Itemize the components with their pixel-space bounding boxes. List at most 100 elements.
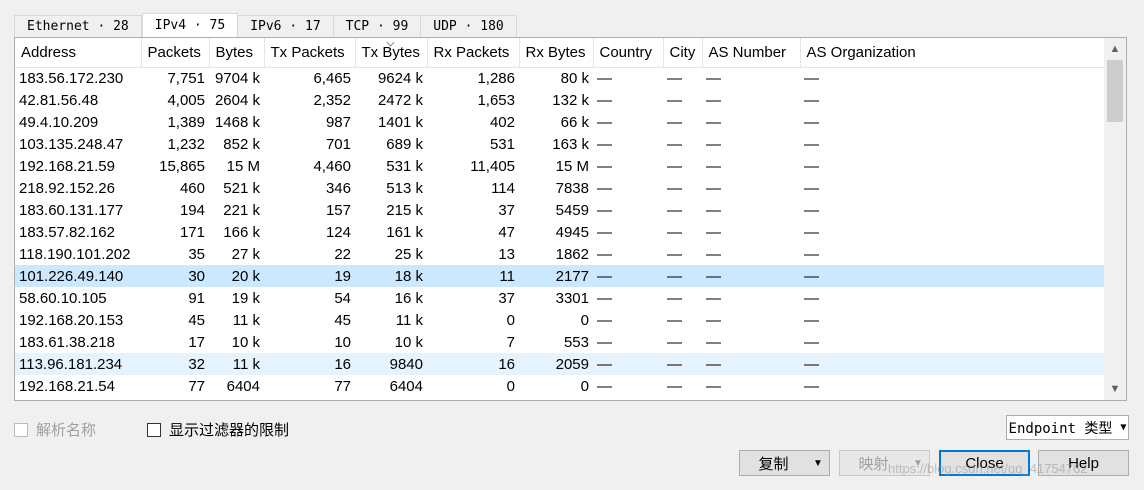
table-row[interactable]: 42.81.56.48 4,005 2604 k 2,352 2472 k 1,653 13… (15, 89, 1124, 111)
tab-udp[interactable]: UDP · 180 (421, 15, 517, 37)
tab-ipv6[interactable]: IPv6 · 17 (238, 15, 334, 37)
table-cell: — (667, 377, 682, 395)
table-row[interactable]: 192.168.20.153 45 11 k 45 11 k 0 0 — — — — (15, 309, 1124, 331)
table-cell: — (667, 135, 682, 153)
table-cell: — (706, 157, 721, 175)
table-cell: — (597, 91, 612, 109)
tab-ethernet[interactable]: Ethernet · 28 (14, 15, 142, 37)
table-cell: 4945 (555, 223, 589, 241)
table-cell: — (800, 265, 1124, 287)
endpoint-type-button[interactable]: Endpoint 类型 ▼ (1006, 415, 1129, 440)
table-cell: 0 (580, 311, 589, 329)
table-cell: — (597, 245, 612, 263)
table-cell: 113.96.181.234 (15, 353, 141, 375)
table-row[interactable]: 183.57.82.162 171 166 k 124 161 k 47 4945 — — — — (15, 221, 1124, 243)
table-cell: 6,465 (313, 69, 351, 87)
table-cell: 11 (427, 265, 519, 287)
table-cell: 4,005 (167, 91, 205, 109)
table-cell: — (706, 179, 721, 197)
table-cell: 15 M (226, 157, 260, 175)
table-cell: 15,865 (159, 157, 205, 175)
limit-to-filter-checkbox[interactable]: 显示过滤器的限制 (147, 419, 289, 440)
column-header-tx-bytes[interactable]: Tx Bytes (355, 38, 428, 68)
resolve-names-label: 解析名称 (36, 422, 97, 439)
table-cell: 132 k (552, 91, 589, 109)
resolve-names-checkbox[interactable]: 解析名称 (14, 419, 96, 440)
table-cell: — (804, 69, 819, 87)
table-cell: 32 (141, 353, 209, 375)
column-header-address[interactable]: Address (15, 38, 142, 68)
column-header-bytes[interactable]: Bytes (209, 38, 265, 68)
table-cell: 10 (334, 333, 351, 351)
table-row[interactable]: 183.56.172.230 7,751 9704 k 6,465 9624 k 1,28… (15, 67, 1124, 89)
table-cell: — (706, 69, 721, 87)
column-header-as-organization[interactable]: AS Organization (800, 38, 1125, 68)
table-row[interactable]: 103.135.248.47 1,232 852 k 701 689 k 531 163 k… (15, 133, 1124, 155)
tab-tcp[interactable]: TCP · 99 (333, 15, 422, 37)
table-row[interactable]: 183.60.131.177 194 221 k 157 215 k 37 5459 — — — — (15, 199, 1124, 221)
copy-button[interactable]: 复制 ▼ (739, 450, 830, 476)
table-cell: 1,389 (167, 113, 205, 131)
table-row[interactable]: 113.96.181.234 32 11 k 16 9840 16 2059— — — — (15, 353, 1124, 375)
table-cell: 114 (491, 179, 515, 197)
table-cell: 346 (325, 179, 351, 197)
tab-bar: Ethernet · 28 IPv4 · 75 IPv6 · 17 TCP · … (14, 13, 517, 37)
table-row[interactable]: 192.168.21.59 15,865 15 M 4,460 531 k 11,405 1… (15, 155, 1124, 177)
table-cell: 37 (498, 201, 515, 219)
arrow-up-icon[interactable]: ▲ (1104, 40, 1126, 58)
table-cell: 183.60.131.177 (19, 201, 124, 219)
column-header-tx-packets[interactable]: Tx Packets (264, 38, 356, 68)
table-cell: — (663, 353, 702, 375)
column-header-city[interactable]: City (663, 38, 703, 68)
tab-ipv4[interactable]: IPv4 · 75 (141, 13, 239, 37)
table-cell: 10 k (394, 333, 423, 351)
table-cell: — (597, 179, 612, 197)
table-cell: — (597, 289, 612, 307)
column-header-rx-packets[interactable]: Rx Packets (427, 38, 520, 68)
table-cell: — (597, 223, 612, 241)
table-row[interactable]: 183.61.38.218 17 10 k 10 10 k 7 553 — — — — (15, 331, 1124, 353)
table-cell: — (667, 311, 682, 329)
table-row[interactable]: 101.226.49.140 30 20 k 19 18 k 11 2177— — — — (15, 265, 1124, 287)
table-row[interactable]: 58.60.10.105 91 19 k 54 16 k 37 3301 — — — — (15, 287, 1124, 309)
table-row[interactable]: 118.190.101.202 35 27 k 22 25 k 13 1862 — — — — (15, 243, 1124, 265)
table-cell: — (597, 201, 612, 219)
table-cell: 0 (506, 311, 515, 329)
table-cell: 18 k (355, 265, 427, 287)
table-cell: — (804, 333, 819, 351)
table-cell: 103.135.248.47 (19, 135, 124, 153)
table-cell: 45 (188, 311, 205, 329)
table-cell: — (667, 245, 682, 263)
table-cell: — (804, 179, 819, 197)
checkbox-box[interactable] (147, 422, 161, 437)
vertical-scrollbar[interactable]: ▲ ▼ (1104, 38, 1126, 400)
table-cell: 218.92.152.26 (19, 179, 115, 197)
chevron-down-icon[interactable]: ▼ (807, 451, 829, 475)
table-row[interactable]: 192.168.21.54 77 6404 77 6404 0 0 — — — — (15, 375, 1124, 397)
checkbox-box[interactable] (14, 422, 28, 437)
table-cell: — (702, 353, 800, 375)
table-row[interactable]: 218.92.152.26 460 521 k 346 513 k 114 7838 — — — — (15, 177, 1124, 199)
table-cell: 194 (179, 201, 205, 219)
table-cell: 58.60.10.105 (19, 289, 107, 307)
table-row[interactable]: 49.4.10.209 1,389 1468 k 987 1401 k 402 66 k — —… (15, 111, 1124, 133)
column-header-packets[interactable]: Packets (141, 38, 210, 68)
table-cell: 13 (498, 245, 515, 263)
watermark-text: https://blog.csdn.net/qq_41754762 (888, 461, 1088, 476)
table-cell: 20 k (209, 265, 264, 287)
table-cell: 166 k (223, 223, 260, 241)
table-cell: — (804, 157, 819, 175)
column-header-as-number[interactable]: AS Number (702, 38, 801, 68)
table-cell: — (804, 135, 819, 153)
table-cell: 49.4.10.209 (19, 113, 99, 131)
table-cell: — (597, 113, 612, 131)
column-header-rx-bytes[interactable]: Rx Bytes (519, 38, 594, 68)
table-cell: 183.61.38.218 (19, 333, 115, 351)
table-cell: — (597, 333, 612, 351)
column-header-country[interactable]: Country (593, 38, 664, 68)
table-cell: — (667, 201, 682, 219)
scrollbar-thumb[interactable] (1107, 60, 1123, 122)
arrow-down-icon[interactable]: ▼ (1104, 380, 1126, 398)
table-cell: 22 (334, 245, 351, 263)
table-cell: 2059 (519, 353, 593, 375)
